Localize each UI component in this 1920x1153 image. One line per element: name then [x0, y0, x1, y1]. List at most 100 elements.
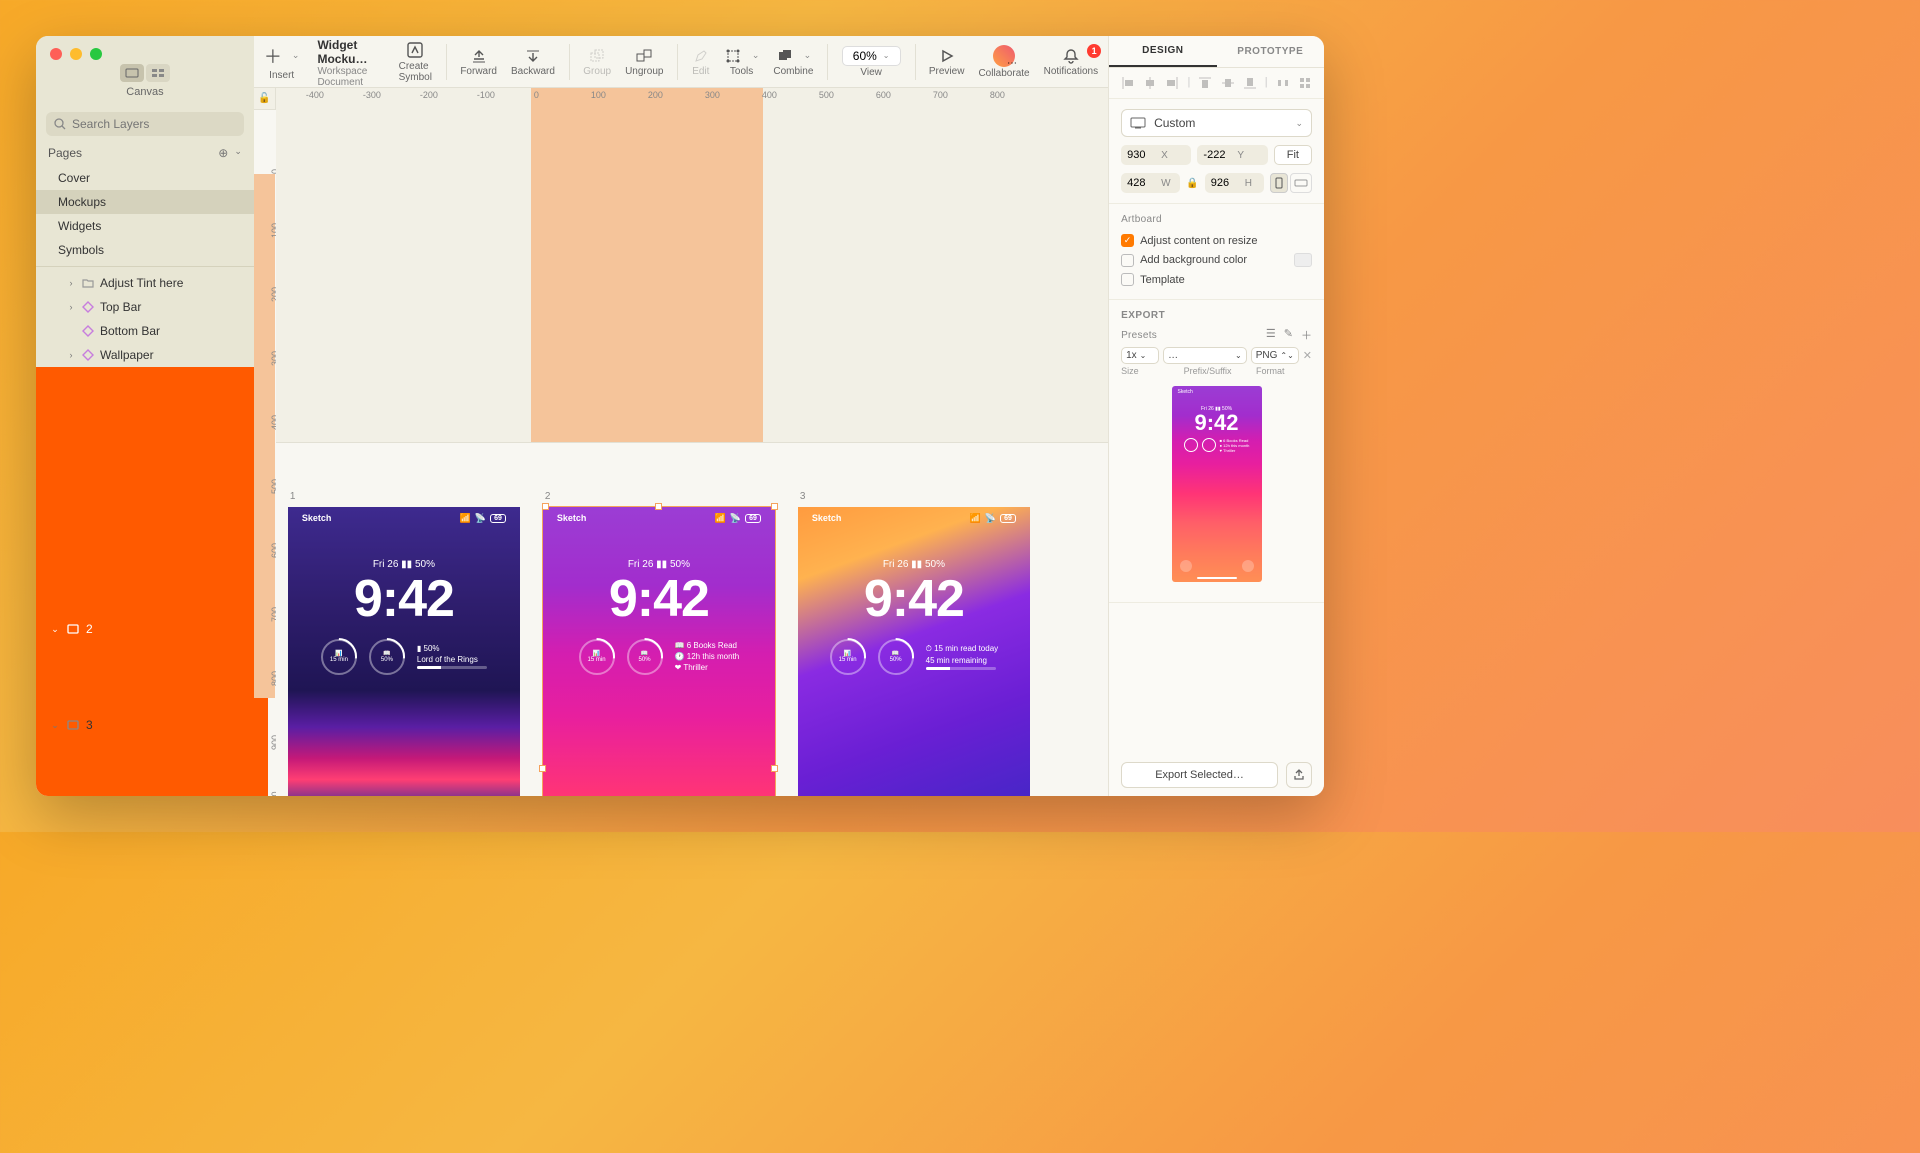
preview-button[interactable]: Preview: [929, 47, 965, 77]
artboard-1[interactable]: 1 Sketch📶📡69 Fri 26 ▮▮ 50% 9:42 📊15 min …: [288, 507, 520, 797]
insert-menu[interactable]: ＋⌄ Insert: [264, 43, 300, 81]
widgets-row: 📊15 min 📖50% ▮ 50%Lord of the Rings: [288, 639, 520, 675]
status-bar: Sketch📶📡69: [543, 513, 775, 524]
create-symbol-button[interactable]: Create Symbol: [399, 40, 432, 83]
selection-handle[interactable]: [771, 503, 778, 510]
app-window: Canvas Pages ⊕⌄ CoverMockupsWidgetsSymbo…: [36, 36, 1324, 796]
export-selected-button[interactable]: Export Selected…: [1121, 762, 1278, 788]
add-page-icon[interactable]: ⊕: [218, 146, 228, 160]
size-preset-select[interactable]: Custom⌄: [1121, 109, 1312, 137]
align-left-icon[interactable]: [1121, 76, 1135, 90]
align-bottom-icon[interactable]: [1243, 76, 1257, 90]
y-field[interactable]: Y: [1197, 145, 1267, 165]
page-item-mockups[interactable]: Mockups: [36, 190, 254, 214]
ruler-horizontal: -400-300-200-100010020030040050060070080…: [276, 88, 1108, 443]
canvas-view-icon[interactable]: [120, 64, 144, 82]
w-field[interactable]: W: [1121, 173, 1180, 193]
widget-text: ▮ 50%Lord of the Rings: [417, 644, 487, 669]
adjust-content-checkbox[interactable]: ✓Adjust content on resize: [1121, 231, 1312, 250]
preset-settings-icon[interactable]: ☰: [1266, 327, 1276, 343]
widgets-row: 📊15 min 📖50% 📖 6 Books Read🕐 12h this mo…: [543, 639, 775, 675]
search-icon: [54, 118, 66, 130]
lockscreen-time: 9:42: [288, 569, 520, 629]
canvas-label: Canvas: [126, 86, 163, 98]
orientation-landscape-button[interactable]: [1290, 173, 1312, 193]
artboard-2[interactable]: 2 Sketch📶📡69 Fri 26 ▮▮ 50% 9:42 📊15 min …: [543, 507, 775, 797]
tab-prototype[interactable]: PROTOTYPE: [1217, 36, 1324, 67]
align-hcenter-icon[interactable]: [1143, 76, 1157, 90]
lock-aspect-icon[interactable]: 🔒: [1186, 178, 1198, 189]
notification-badge: 1: [1087, 44, 1101, 58]
widget-text: 📖 6 Books Read🕐 12h this month❤ Thriller: [675, 641, 740, 672]
widget-text: ⏱ 15 min read today45 min remaining: [926, 644, 999, 670]
export-size-select[interactable]: 1x⌄: [1121, 347, 1159, 364]
selection-handle[interactable]: [655, 503, 662, 510]
selection-handle[interactable]: [539, 765, 546, 772]
template-checkbox[interactable]: Template: [1121, 270, 1312, 289]
search-input[interactable]: [72, 117, 236, 131]
lock-icon[interactable]: 🔓: [254, 88, 276, 110]
canvas[interactable]: 1 Sketch📶📡69 Fri 26 ▮▮ 50% 9:42 📊15 min …: [276, 443, 1108, 797]
lockscreen-time: 9:42: [543, 569, 775, 629]
minimize-window-button[interactable]: [70, 48, 82, 60]
grid-view-icon[interactable]: [146, 64, 170, 82]
share-icon[interactable]: [1286, 762, 1312, 788]
export-format-select[interactable]: PNG⌃⌄: [1251, 347, 1299, 364]
tab-design[interactable]: DESIGN: [1109, 36, 1216, 67]
artboard-label: 1: [290, 491, 296, 502]
forward-button[interactable]: Forward: [460, 47, 497, 77]
align-vcenter-icon[interactable]: [1221, 76, 1235, 90]
export-preview: Sketch Fri 26 ▮▮ 50% 9:42 ■ 6 Books Read…: [1172, 386, 1262, 582]
selection-handle[interactable]: [771, 765, 778, 772]
zoom-window-button[interactable]: [90, 48, 102, 60]
x-field[interactable]: X: [1121, 145, 1191, 165]
inspector: DESIGN PROTOTYPE | | Custom⌄ X Y Fit: [1108, 36, 1324, 796]
device-icon: [1130, 117, 1146, 129]
export-prefix-select[interactable]: …⌄: [1163, 347, 1247, 364]
collaborate-button[interactable]: ⋯Collaborate: [978, 45, 1029, 79]
zoom-control[interactable]: 60%⌄View: [842, 46, 901, 78]
pages-list: CoverMockupsWidgetsSymbols: [36, 166, 254, 262]
edit-button[interactable]: Edit: [692, 47, 710, 77]
tidy-icon[interactable]: [1298, 76, 1312, 90]
widgets-row: 📊15 min 📖50% ⏱ 15 min read today45 min r…: [798, 639, 1030, 675]
distribute-icon[interactable]: [1276, 76, 1290, 90]
pages-header: Pages ⊕⌄: [36, 146, 254, 166]
add-preset-icon[interactable]: ＋: [1301, 327, 1312, 343]
widget-ring-1: 📊15 min: [579, 639, 615, 675]
remove-preset-icon[interactable]: ✕: [1303, 349, 1312, 362]
orientation-portrait-button[interactable]: [1270, 173, 1288, 193]
close-window-button[interactable]: [50, 48, 62, 60]
artboard-3[interactable]: 3 Sketch📶📡69 Fri 26 ▮▮ 50% 9:42 📊15 min …: [798, 507, 1030, 797]
preset-slice-icon[interactable]: ✎: [1284, 327, 1293, 343]
search-layers[interactable]: [46, 112, 244, 136]
lockscreen-time: 9:42: [798, 569, 1030, 629]
page-item-symbols[interactable]: Symbols: [36, 238, 254, 262]
artboard-label: 3: [800, 491, 806, 502]
add-background-checkbox[interactable]: Add background color: [1121, 250, 1312, 270]
selection-handle[interactable]: [542, 503, 549, 510]
ungroup-button[interactable]: Ungroup: [625, 47, 663, 77]
h-field[interactable]: H: [1205, 173, 1264, 193]
status-bar: Sketch📶📡69: [288, 513, 520, 524]
align-right-icon[interactable]: [1165, 76, 1179, 90]
layer-artboard-4[interactable]: ⌄4: [36, 559, 254, 796]
combine-menu[interactable]: ⌄Combine: [773, 47, 813, 77]
tools-menu[interactable]: ⌄Tools: [724, 47, 760, 77]
backward-button[interactable]: Backward: [511, 47, 555, 77]
collapse-pages-icon[interactable]: ⌄: [234, 146, 242, 160]
page-item-widgets[interactable]: Widgets: [36, 214, 254, 238]
layer-list: ⌄1›Adjust Tint here›Top BarBottom Bar›Wa…: [36, 271, 254, 796]
status-bar: Sketch📶📡69: [798, 513, 1030, 524]
page-item-cover[interactable]: Cover: [36, 166, 254, 190]
fit-button[interactable]: Fit: [1274, 145, 1312, 165]
group-button[interactable]: Group: [583, 47, 611, 77]
color-swatch[interactable]: [1294, 253, 1312, 267]
align-top-icon[interactable]: [1198, 76, 1212, 90]
view-mode-toggle[interactable]: [120, 64, 170, 82]
align-bar: | |: [1109, 68, 1324, 99]
toolbar: ＋⌄ Insert iOS 16 Widget Mocku… Workspace…: [254, 36, 1108, 88]
widget-ring-1: 📊15 min: [830, 639, 866, 675]
artboard-label: 2: [545, 491, 551, 502]
notifications-button[interactable]: 1Notifications: [1044, 47, 1098, 77]
